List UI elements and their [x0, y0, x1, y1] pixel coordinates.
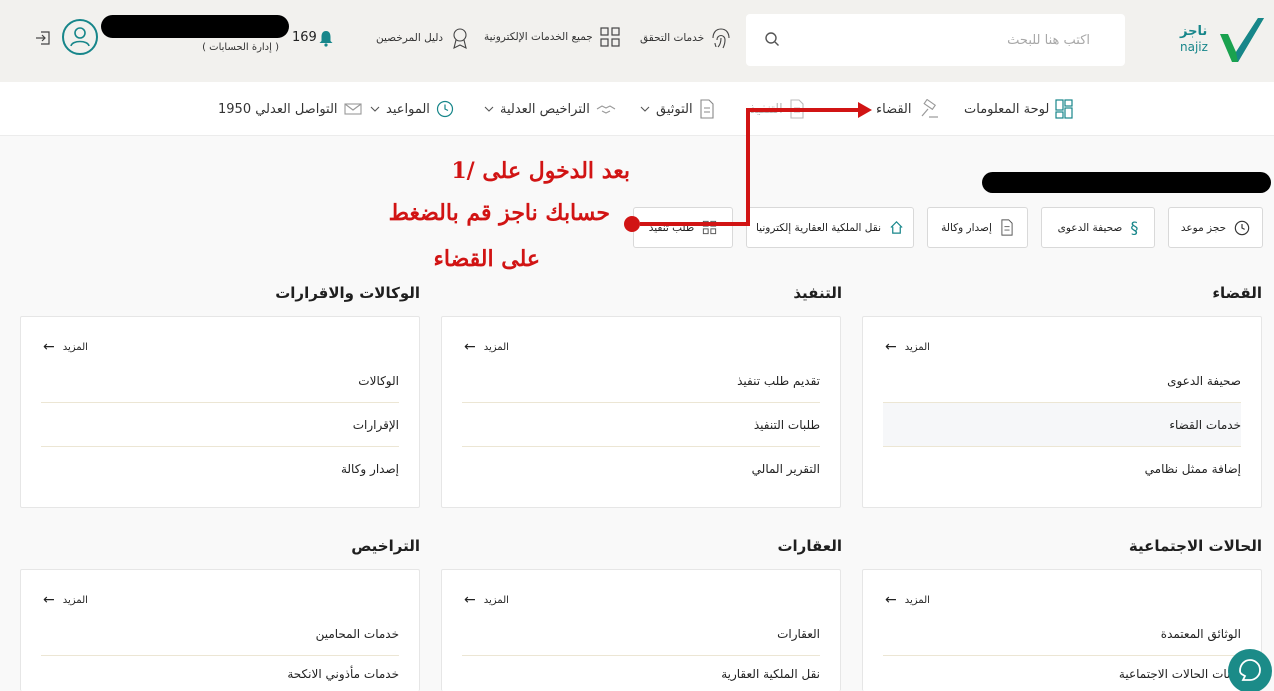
more-link[interactable]: ← المزيد [885, 339, 930, 355]
arrow-left-icon: ← [43, 339, 55, 355]
list-item-label: نقل الملكية العقارية [721, 667, 820, 681]
list-item-label: الوثائق المعتمدة [1160, 626, 1241, 641]
card-real-estate: ← المزيد العقارات نقل الملكية العقارية [441, 569, 841, 691]
list-item-label: خدمات المحامين [315, 626, 399, 641]
list-item[interactable]: خدمات مأذوني الانكحة [41, 656, 399, 691]
more-link[interactable]: ← المزيد [43, 339, 88, 355]
section-title-execution: التنفيذ [793, 284, 842, 302]
more-label: المزيد [904, 594, 930, 606]
more-link[interactable]: ← المزيد [464, 339, 509, 355]
list-item[interactable]: الوكالات [41, 359, 399, 403]
card-licenses: ← المزيد خدمات المحامين خدمات مأذوني الا… [20, 569, 420, 691]
list-item-label: الوكالات [358, 373, 399, 388]
arrow-left-icon: ← [464, 339, 476, 355]
list-item[interactable]: خدمات المحامين [41, 612, 399, 656]
list-item-label: خدمات مأذوني الانكحة [287, 667, 399, 681]
card-judiciary: ← المزيد صحيفة الدعوى خدمات القضاء إضافة… [862, 316, 1262, 508]
section-title-real-estate: العقارات [777, 537, 842, 555]
arrow-left-icon: ← [43, 592, 55, 608]
list-item[interactable]: نقل الملكية العقارية [462, 656, 820, 691]
list-item-label: إضافة ممثل نظامي [1144, 462, 1241, 476]
list-item[interactable]: إصدار وكالة [41, 447, 399, 491]
list-item-label: خدمات القضاء [1169, 417, 1241, 432]
more-label: المزيد [904, 341, 930, 353]
chat-icon [1239, 659, 1261, 681]
arrow-left-icon: ← [885, 339, 897, 355]
list-item-label: الإقرارات [352, 417, 399, 432]
card-agencies: ← المزيد الوكالات الإقرارات إصدار وكالة [20, 316, 420, 508]
list-item[interactable]: طلبات التنفيذ [462, 403, 820, 447]
section-title-social-cases: الحالات الاجتماعية [1128, 537, 1262, 555]
chat-support-button[interactable] [1228, 649, 1272, 691]
annotation-line-1: 1/ بعد الدخول على [451, 158, 630, 184]
list-item-label: العقارات [777, 626, 820, 641]
list-item[interactable]: تقديم طلب تنفيذ [462, 359, 820, 403]
list-item[interactable]: العقارات [462, 612, 820, 656]
card-execution: ← المزيد تقديم طلب تنفيذ طلبات التنفيذ ا… [441, 316, 841, 508]
list-item[interactable]: التقرير المالي [462, 447, 820, 491]
list-item[interactable]: إضافة ممثل نظامي [883, 447, 1241, 491]
list-item-label: بيانات الحالات الاجتماعية [1118, 667, 1241, 681]
more-label: المزيد [62, 341, 88, 353]
more-label: المزيد [483, 341, 509, 353]
list-item[interactable]: صحيفة الدعوى [883, 359, 1241, 403]
card-social-cases: ← المزيد الوثائق المعتمدة بيانات الحالات… [862, 569, 1262, 691]
list-item[interactable]: بيانات الحالات الاجتماعية [883, 656, 1241, 691]
list-item-label: صحيفة الدعوى [1167, 373, 1241, 388]
more-link[interactable]: ← المزيد [885, 592, 930, 608]
list-item-label: طلبات التنفيذ [753, 417, 820, 432]
list-item[interactable]: الوثائق المعتمدة [883, 612, 1241, 656]
annotation-line-2: حسابك ناجز قم بالضغط [388, 200, 610, 226]
list-item[interactable]: خدمات القضاء [883, 403, 1241, 447]
section-title-agencies: الوكالات والاقرارات [275, 284, 420, 302]
section-title-licenses: التراخيص [351, 537, 420, 555]
section-title-judiciary: القضاء [1212, 284, 1262, 302]
more-link[interactable]: ← المزيد [464, 592, 509, 608]
annotation-line-3: على القضاء [433, 246, 540, 272]
arrow-left-icon: ← [885, 592, 897, 608]
list-item[interactable]: الإقرارات [41, 403, 399, 447]
more-label: المزيد [483, 594, 509, 606]
more-label: المزيد [62, 594, 88, 606]
list-item-label: إصدار وكالة [340, 462, 399, 476]
arrow-left-icon: ← [464, 592, 476, 608]
more-link[interactable]: ← المزيد [43, 592, 88, 608]
list-item-label: التقرير المالي [751, 462, 820, 476]
list-item-label: تقديم طلب تنفيذ [737, 373, 820, 388]
